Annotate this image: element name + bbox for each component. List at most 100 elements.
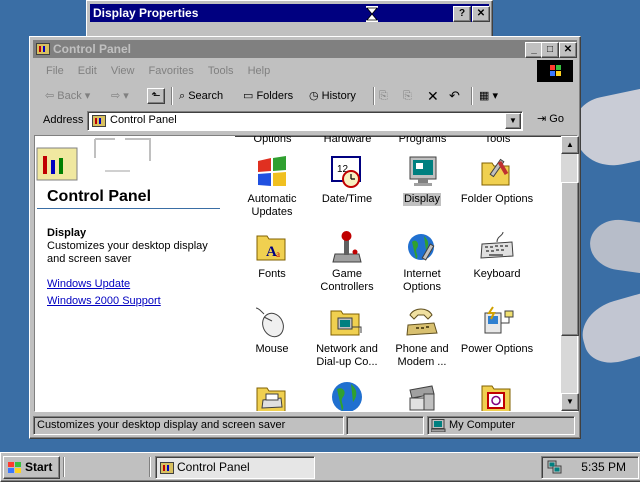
item-fonts[interactable]: Aa Fonts — [235, 230, 311, 281]
windows-flag-icon — [550, 65, 561, 76]
item-scanners-cameras[interactable] — [383, 380, 461, 411]
item-label: Phone and Modem ... — [395, 343, 449, 368]
address-dropdown-button[interactable]: ▼ — [505, 113, 521, 129]
item-label: Date/Time — [321, 193, 373, 205]
scroll-up-button[interactable]: ▲ — [561, 136, 579, 154]
forward-button[interactable]: ⇨ ▾ — [111, 86, 129, 106]
status-zone-pane: My Computer — [427, 416, 575, 435]
item-display[interactable]: Display — [383, 155, 461, 206]
clock[interactable]: 5:35 PM — [581, 457, 626, 478]
folders-label: Folders — [256, 90, 294, 102]
delete-icon[interactable]: ✕ — [427, 86, 439, 106]
menu-edit[interactable]: Edit — [78, 61, 97, 81]
go-label: Go — [549, 113, 564, 125]
maximize-button[interactable]: □ — [541, 42, 559, 58]
item-printers[interactable] — [235, 380, 311, 411]
taskbar-separator — [63, 457, 64, 477]
item-power-options[interactable]: Power Options — [458, 305, 536, 356]
folder-options-icon — [481, 158, 510, 186]
selected-item-description: Customizes your desktop display and scre… — [47, 240, 208, 265]
item-label: Game Controllers — [320, 268, 374, 293]
copy-to-icon[interactable]: ⎘ — [403, 86, 412, 106]
menu-help[interactable]: Help — [248, 61, 271, 81]
item-date-time[interactable]: 12 Date/Time — [308, 155, 386, 206]
display-icon — [409, 156, 437, 186]
undo-icon[interactable]: ↶ — [449, 86, 460, 106]
partial-item-label[interactable]: Programs — [385, 136, 460, 145]
printers-folder-icon — [256, 387, 286, 411]
back-label: Back — [57, 90, 82, 102]
up-folder-button[interactable]: ⬑ — [147, 88, 165, 104]
views-button[interactable]: ▦ ▾ — [479, 86, 498, 106]
wallpaper-shape — [575, 290, 640, 370]
globe-icon — [332, 382, 362, 411]
toolbar-separator — [373, 87, 374, 105]
menu-view[interactable]: View — [111, 61, 135, 81]
network-tray-icon[interactable] — [547, 460, 563, 475]
search-label: Search — [188, 90, 224, 102]
display-properties-titlebar[interactable]: Display Properties ? ✕ — [90, 4, 490, 22]
start-button[interactable]: Start — [3, 456, 60, 479]
taskbar-button-label: Control Panel — [177, 460, 250, 474]
menu-file[interactable]: File — [46, 61, 64, 81]
move-to-icon[interactable]: ⎘ — [379, 86, 388, 106]
taskbar-button-control-panel[interactable]: Control Panel — [155, 456, 315, 479]
item-label: Mouse — [255, 343, 289, 355]
address-input[interactable]: Control Panel ▼ — [87, 111, 523, 131]
status-empty-pane — [346, 416, 424, 435]
control-panel-window[interactable]: Control Panel _ □ ✕ File Edit View Favor… — [29, 36, 581, 439]
address-bar: Address Control Panel ▼ ⇥ Go — [35, 110, 573, 132]
item-label: Automatic Updates — [247, 193, 297, 218]
search-button[interactable]: ⌕ Search — [179, 86, 223, 106]
partial-item-label[interactable]: Options — [235, 136, 310, 145]
item-phone-modem[interactable]: Phone and Modem ... — [383, 305, 461, 369]
item-keyboard[interactable]: Keyboard — [458, 230, 536, 281]
partial-item-label[interactable]: Tools — [460, 136, 535, 145]
item-label: Folder Options — [460, 193, 534, 205]
status-text: Customizes your desktop display and scre… — [33, 416, 344, 435]
windows-flag-icon — [8, 462, 21, 473]
windows-2000-support-link[interactable]: Windows 2000 Support — [47, 295, 161, 307]
scanner-icon — [409, 385, 435, 411]
vertical-scrollbar[interactable]: ▲ ▼ — [561, 136, 579, 411]
back-button[interactable]: ⇦ Back ▾ — [45, 86, 90, 106]
item-internet-options[interactable]: Internet Options — [383, 230, 461, 294]
scroll-thumb[interactable] — [561, 182, 579, 336]
menu-bar: File Edit View Favorites Tools Help — [35, 61, 535, 81]
windows-update-link[interactable]: Windows Update — [47, 278, 130, 290]
svg-text:a: a — [276, 249, 280, 259]
date-time-icon: 12 — [331, 156, 361, 188]
menu-tools[interactable]: Tools — [208, 61, 234, 81]
menu-favorites[interactable]: Favorites — [149, 61, 194, 81]
control-panel-header-graphic — [36, 138, 151, 181]
partial-item-label[interactable]: Hardware — [310, 136, 385, 145]
folders-button[interactable]: ▭ Folders — [243, 86, 293, 106]
system-tray: 5:35 PM — [541, 456, 639, 479]
web-view-panel: Control Panel Display Customizes your de… — [35, 136, 235, 411]
item-folder-options[interactable]: Folder Options — [458, 155, 536, 206]
power-options-icon — [484, 306, 514, 334]
close-button[interactable]: ✕ — [472, 6, 490, 22]
item-scheduled-tasks[interactable] — [458, 380, 536, 411]
control-panel-icon — [92, 115, 106, 127]
game-controllers-icon — [332, 231, 362, 263]
control-panel-titlebar[interactable]: Control Panel _ □ ✕ — [33, 40, 577, 58]
automatic-updates-icon — [258, 156, 286, 186]
phone-modem-icon — [406, 308, 438, 336]
scroll-down-button[interactable]: ▼ — [561, 393, 579, 411]
item-mouse[interactable]: Mouse — [235, 305, 311, 356]
go-button[interactable]: ⇥ Go — [537, 112, 564, 125]
item-regional-options[interactable] — [308, 380, 386, 411]
history-button[interactable]: ◷ History — [309, 86, 356, 106]
close-button[interactable]: ✕ — [559, 42, 577, 58]
item-game-controllers[interactable]: Game Controllers — [308, 230, 386, 294]
item-automatic-updates[interactable]: Automatic Updates — [235, 155, 311, 219]
address-value: Control Panel — [110, 114, 177, 126]
my-computer-icon — [431, 419, 446, 432]
help-button[interactable]: ? — [453, 6, 471, 22]
selected-item-name: Display — [47, 227, 87, 239]
control-panel-icon — [36, 43, 50, 55]
item-network-dialup[interactable]: Network and Dial-up Co... — [308, 305, 386, 369]
taskbar-separator — [149, 457, 150, 477]
address-label: Address — [43, 114, 84, 126]
